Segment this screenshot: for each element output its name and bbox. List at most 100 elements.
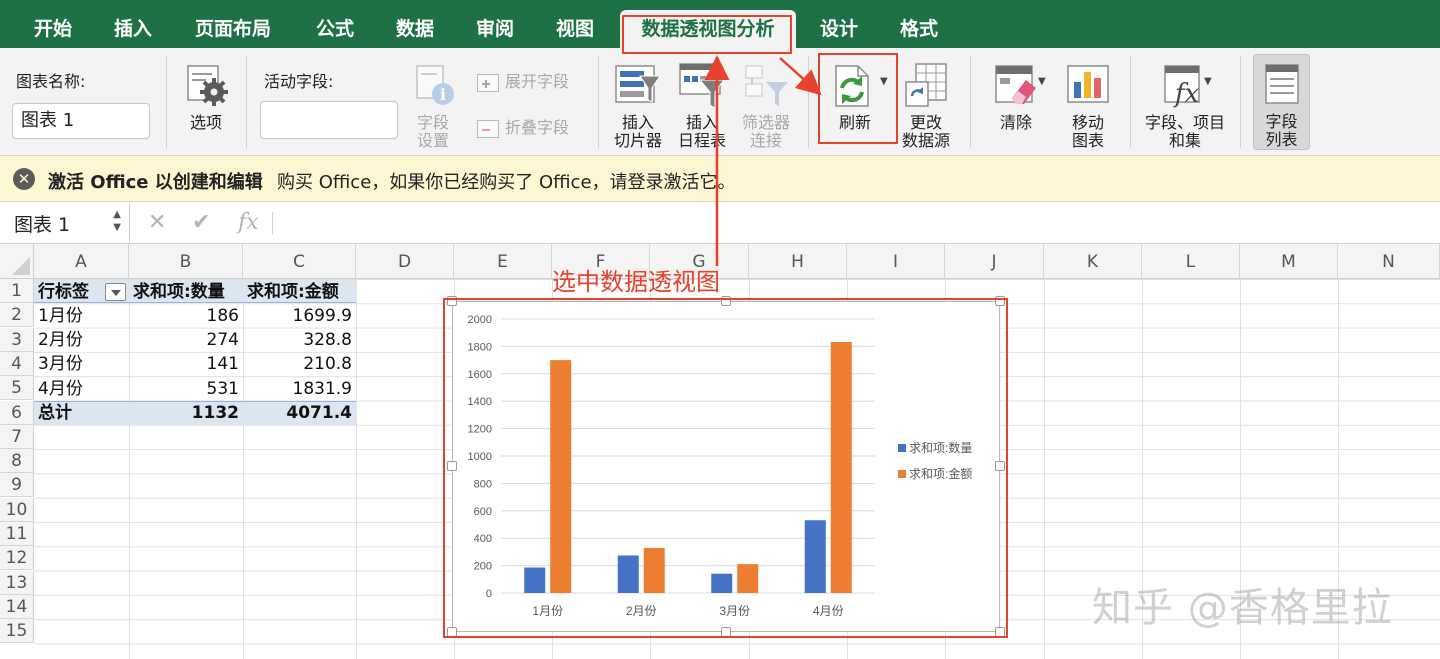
row-header[interactable]: 8 (0, 449, 34, 474)
pivot-total-amount[interactable]: 4071.4 (243, 401, 356, 425)
fields-items-dropdown-icon[interactable]: ▼ (1204, 76, 1212, 87)
enter-icon[interactable]: ✔ (192, 210, 210, 235)
name-box[interactable]: 图表 1 ▲ ▼ (0, 202, 130, 243)
resize-handle[interactable] (447, 627, 457, 637)
pivot-row-label[interactable]: 3月份 (34, 352, 129, 376)
close-icon[interactable]: ✕ (13, 168, 35, 190)
tab-view[interactable]: 视图 (542, 10, 608, 48)
tab-formulas[interactable]: 公式 (302, 10, 368, 48)
pivot-row-label[interactable]: 1月份 (34, 304, 129, 328)
refresh-button[interactable]: 刷新 (822, 62, 888, 132)
cancel-icon[interactable]: ✕ (148, 210, 166, 235)
resize-handle[interactable] (447, 296, 457, 306)
row-header[interactable]: 4 (0, 351, 34, 376)
bar (830, 342, 852, 593)
resize-handle[interactable] (721, 296, 731, 306)
pivot-row-label[interactable]: 2月份 (34, 328, 129, 352)
row-header[interactable]: 10 (0, 497, 34, 522)
field-settings-icon: i (409, 62, 457, 110)
fields-items-sets-label: 字段、项目 和集 (1144, 113, 1225, 150)
column-header[interactable]: H (749, 244, 847, 279)
column-header[interactable]: N (1338, 244, 1440, 279)
tab-format[interactable]: 格式 (886, 10, 952, 48)
fx-icon[interactable]: fx (238, 210, 259, 235)
y-tick-label: 1600 (468, 369, 492, 381)
chart-name-input[interactable]: 图表 1 (12, 103, 150, 139)
tab-pivotchart-analyze[interactable]: 数据透视图分析 (620, 10, 796, 48)
pivot-qty-cell[interactable]: 141 (129, 352, 243, 376)
resize-handle[interactable] (447, 461, 457, 471)
pivot-amount-cell[interactable]: 328.8 (243, 328, 356, 352)
insert-timeline-button[interactable]: 插入 日程表 (674, 62, 730, 150)
column-header[interactable]: L (1142, 244, 1240, 279)
pivot-qty-cell[interactable]: 274 (129, 328, 243, 352)
row-header[interactable]: 9 (0, 473, 34, 498)
expand-field-button[interactable]: 展开字段 (477, 68, 569, 92)
pivot-row-label[interactable]: 4月份 (34, 377, 129, 401)
tab-design[interactable]: 设计 (806, 10, 872, 48)
field-settings-button[interactable]: i 字段 设置 (408, 62, 458, 150)
row-header[interactable]: 12 (0, 546, 34, 571)
resize-handle[interactable] (995, 296, 1005, 306)
select-all-corner[interactable] (0, 244, 34, 279)
row-header[interactable]: 1 (0, 279, 34, 303)
collapse-field-button[interactable]: 折叠字段 (477, 114, 569, 138)
column-header[interactable]: M (1240, 244, 1338, 279)
legend-swatch (898, 444, 906, 452)
tab-review[interactable]: 审阅 (462, 10, 528, 48)
clear-dropdown-icon[interactable]: ▼ (1038, 76, 1046, 87)
insert-slicer-button[interactable]: 插入 切片器 (610, 62, 666, 150)
resize-handle[interactable] (721, 627, 731, 637)
pivot-amount-cell[interactable]: 1699.9 (243, 304, 356, 328)
row-header[interactable]: 11 (0, 522, 34, 546)
pivot-total-qty[interactable]: 1132 (129, 401, 243, 425)
move-chart-button[interactable]: 移动 图表 (1060, 62, 1116, 150)
tab-page-layout[interactable]: 页面布局 (182, 10, 284, 48)
fields-items-sets-button[interactable]: fx 字段、项目 和集 (1140, 62, 1230, 150)
column-header[interactable]: E (454, 244, 552, 279)
row-header[interactable]: 3 (0, 327, 34, 352)
column-header[interactable]: A (34, 244, 129, 279)
tab-insert[interactable]: 插入 (100, 10, 166, 48)
row-header[interactable]: 13 (0, 570, 34, 595)
change-data-source-button[interactable]: 更改 数据源 (896, 62, 956, 150)
column-header[interactable]: J (945, 244, 1044, 279)
row-header[interactable]: 15 (0, 619, 34, 644)
active-field-input[interactable] (260, 101, 398, 139)
filter-connections-button[interactable]: 筛选器 连接 (738, 62, 794, 150)
tab-home[interactable]: 开始 (20, 10, 86, 48)
collapse-field-label: 折叠字段 (505, 118, 570, 137)
resize-handle[interactable] (995, 461, 1005, 471)
resize-handle[interactable] (995, 627, 1005, 637)
row-header[interactable]: 2 (0, 303, 34, 328)
pivot-chart[interactable]: 0 200 400 600 800 1000 1200 1400 1600 1800 2000 1月份… (452, 301, 1000, 632)
active-field-label: 活动字段: (264, 72, 334, 91)
column-header[interactable]: I (847, 244, 945, 279)
row-header[interactable]: 14 (0, 594, 34, 619)
filter-connections-icon (742, 62, 790, 110)
options-button[interactable]: 选项 (178, 62, 234, 132)
pivot-qty-cell[interactable]: 186 (129, 304, 243, 328)
pivot-qty-cell[interactable]: 531 (129, 377, 243, 401)
pivot-amount-cell[interactable]: 210.8 (243, 352, 356, 376)
pivot-amount-cell[interactable]: 1831.9 (243, 377, 356, 401)
name-box-spinner-icon[interactable]: ▲ ▼ (113, 208, 121, 234)
field-list-button[interactable]: 字段 列表 (1253, 54, 1310, 150)
refresh-dropdown-icon[interactable]: ▼ (880, 76, 888, 87)
column-header[interactable]: K (1044, 244, 1142, 279)
column-header[interactable]: B (129, 244, 243, 279)
clear-button[interactable]: 清除 (988, 62, 1044, 132)
pivot-header-amount[interactable]: 求和项:金额 (243, 280, 356, 304)
slicer-icon (614, 62, 662, 110)
column-header[interactable]: C (243, 244, 356, 279)
column-header[interactable]: D (356, 244, 454, 279)
pivot-header-qty[interactable]: 求和项:数量 (129, 280, 243, 304)
tab-data[interactable]: 数据 (382, 10, 448, 48)
row-header[interactable]: 5 (0, 376, 34, 401)
row-header[interactable]: 7 (0, 424, 34, 449)
pivot-total-label[interactable]: 总计 (34, 401, 129, 425)
formula-input[interactable] (290, 208, 1420, 238)
pivot-header-row-labels[interactable]: 行标签 (34, 280, 106, 304)
row-label-filter-dropdown-icon[interactable] (105, 283, 126, 301)
row-header[interactable]: 6 (0, 400, 34, 425)
